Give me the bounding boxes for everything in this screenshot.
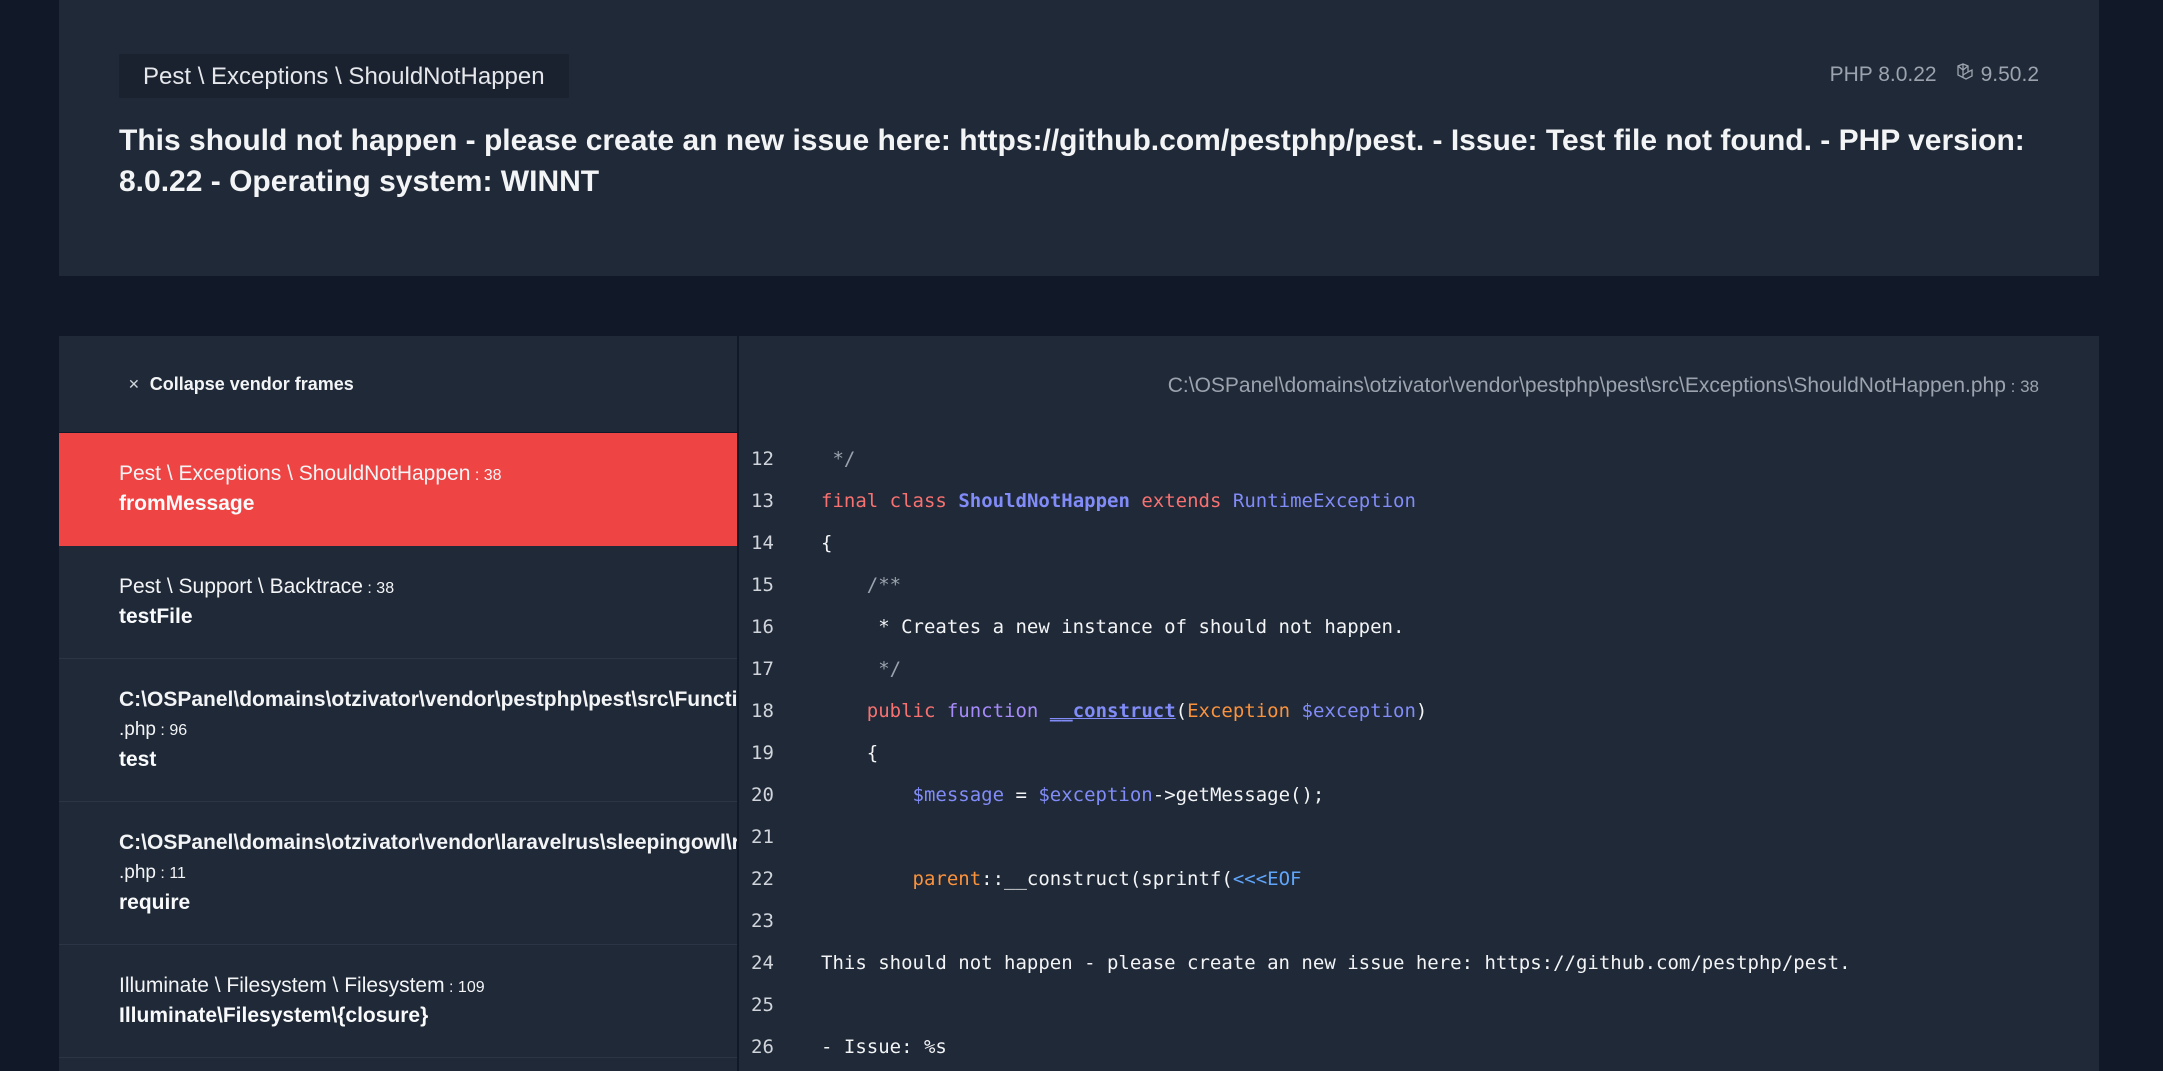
code-line: 15 /** [739,564,2099,606]
code-line: 24 This should not happen - please create… [739,942,2099,984]
frame-class: C:\OSPanel\domains\otzivator\vendor\pest… [119,688,737,711]
code-line: 22 parent::__construct(sprintf(<<<EOF [739,858,2099,900]
line-source: $message = $exception->getMessage(); [821,784,1325,806]
line-source: { [821,532,833,554]
frame-class: Pest \ Exceptions \ ShouldNotHappen [119,462,471,485]
frame-ext: .php [119,719,156,740]
frame-function: fromMessage [119,492,255,515]
line-number: 18 [751,700,774,722]
code-line: 25 [739,984,2099,1026]
stack-frame[interactable]: C:\OSPanel\domains\otzivator\vendor\lara… [59,802,737,945]
frame-class: Pest \ Support \ Backtrace [119,575,363,598]
laravel-icon [1955,62,1975,88]
line-source: { [821,742,879,764]
code-line: 17 */ [739,648,2099,690]
stack-frame[interactable]: Pest \ Support \ Backtrace : 38 testFile [59,546,737,659]
frame-function: require [119,891,191,914]
frame-line: 11 [169,865,186,882]
line-source: This should not happen - please create a… [821,952,1851,974]
line-number: 26 [751,1036,774,1058]
php-version: PHP 8.0.22 [1829,63,1937,86]
laravel-version: 9.50.2 [1980,63,2039,86]
frame-function: Illuminate\Filesystem\{closure} [119,1004,429,1027]
code-line: 20 $message = $exception->getMessage(); [739,774,2099,816]
version-info: PHP 8.0.22 9.50.2 [1830,62,2039,88]
line-number: 13 [751,490,774,512]
line-number: 15 [751,574,774,596]
frames-list: ✕ Collapse vendor frames Pest \ Exceptio… [59,336,739,1071]
frame-class: C:\OSPanel\domains\otzivator\vendor\lara… [119,831,737,854]
code-snippet-panel: C:\OSPanel\domains\otzivator\vendor\pest… [739,336,2099,1071]
line-source: - Issue: %s [821,1036,947,1058]
frame-line: 38 [483,467,502,484]
line-source: /** [821,574,902,596]
laravel-version-group: 9.50.2 [1955,62,2039,88]
line-source: */ [821,658,902,680]
line-source: public function __construct(Exception $e… [821,700,1428,722]
line-source: parent::__construct(sprintf(<<<EOF [821,868,1302,890]
file-path[interactable]: C:\OSPanel\domains\otzivator\vendor\pest… [1168,374,2039,398]
code-line: 13 final class ShouldNotHappen extends Ru… [739,480,2099,522]
file-ext: .php [1965,374,2006,397]
frame-line: 109 [457,979,485,996]
code-line: 21 [739,816,2099,858]
code-block: 12 */ 13 final class ShouldNotHappen exte… [739,438,2099,1068]
line-source: final class ShouldNotHappen extends Runt… [821,490,1416,512]
stack-trace-panel: ✕ Collapse vendor frames Pest \ Exceptio… [59,336,2099,1071]
file-line: 38 [2020,377,2039,396]
line-number: 25 [751,994,774,1016]
frame-class: Illuminate \ Filesystem \ Filesystem [119,974,445,997]
frame-line: 38 [376,580,395,597]
code-line: 18 public function __construct(Exception… [739,690,2099,732]
code-line: 16 * Creates a new instance of should no… [739,606,2099,648]
stack-frame[interactable]: C:\OSPanel\domains\otzivator\vendor\pest… [59,659,737,802]
frame-line: 96 [169,722,188,739]
line-source: */ [821,448,856,470]
frame-ext: .php [119,862,156,883]
line-source: * Creates a new instance of should not h… [821,616,1405,638]
exception-header: Pest \ Exceptions \ ShouldNotHappen PHP … [59,0,2099,276]
line-number: 20 [751,784,774,806]
exception-message: This should not happen - please create a… [119,124,2025,198]
frame-function: testFile [119,605,193,628]
stack-frame[interactable]: Pest \ Exceptions \ ShouldNotHappen : 38… [59,433,737,546]
code-line: 23 [739,900,2099,942]
code-line: 12 */ [739,438,2099,480]
stack-frame[interactable]: Illuminate \ Filesystem \ Filesystem : 1… [59,945,737,1058]
collapse-vendor-frames-button[interactable]: ✕ Collapse vendor frames [59,336,737,433]
code-line: 26 - Issue: %s [739,1026,2099,1068]
line-number: 12 [751,448,774,470]
exception-class-badge: Pest \ Exceptions \ ShouldNotHappen [119,54,569,98]
line-number: 21 [751,826,774,848]
collapse-icon: ✕ [128,375,140,392]
line-number: 22 [751,868,774,890]
line-number: 14 [751,532,774,554]
code-line: 19 { [739,732,2099,774]
frame-function: test [119,748,157,771]
line-number: 24 [751,952,774,974]
file-path-text: C:\OSPanel\domains\otzivator\vendor\pest… [1167,374,1966,397]
line-number: 23 [751,910,774,932]
line-number: 19 [751,742,774,764]
line-number: 16 [751,616,774,638]
collapse-label: Collapse vendor frames [149,373,354,394]
line-number: 17 [751,658,774,680]
code-line: 14 { [739,522,2099,564]
